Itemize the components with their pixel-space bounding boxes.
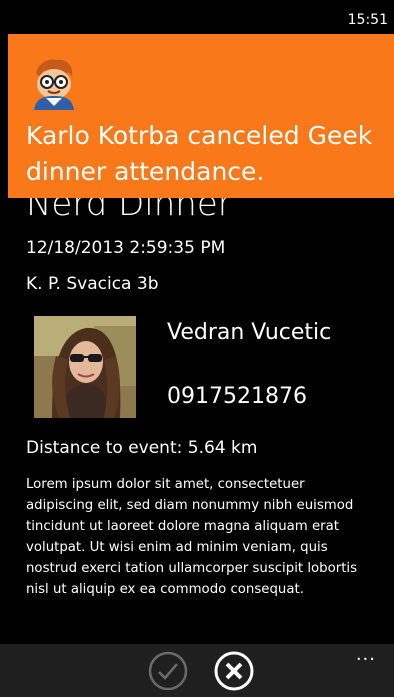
status-bar: 15:51 [0,0,394,34]
event-description: Lorem ipsum dolor sit amet, consectetuer… [26,477,358,597]
more-options-button[interactable]: ... [356,646,376,664]
status-time: 15:51 [347,12,388,28]
event-datetime: 12/18/2013 2:59:35 PM [26,238,226,258]
distance-to-event: Distance to event: 5.64 km [26,438,257,458]
contact-photo[interactable] [34,316,136,418]
event-address: K. P. Svacica 3b [26,274,159,294]
decline-button[interactable] [213,650,255,692]
contact-phone[interactable]: 0917521876 [167,384,307,409]
person-photo-icon [34,316,136,418]
check-icon [148,651,188,691]
toast-notification[interactable]: Karlo Kotrba canceled Geek dinner attend… [8,34,394,198]
toast-message: Karlo Kotrba canceled Geek dinner attend… [26,121,373,186]
geek-avatar-icon [26,56,80,110]
accept-button[interactable] [147,650,189,692]
application-bar: ... [0,644,394,697]
distance-value: 5.64 km [187,438,258,458]
contact-name[interactable]: Vedran Vucetic [167,320,331,345]
close-icon [214,651,254,691]
distance-label: Distance to event: [26,438,183,458]
